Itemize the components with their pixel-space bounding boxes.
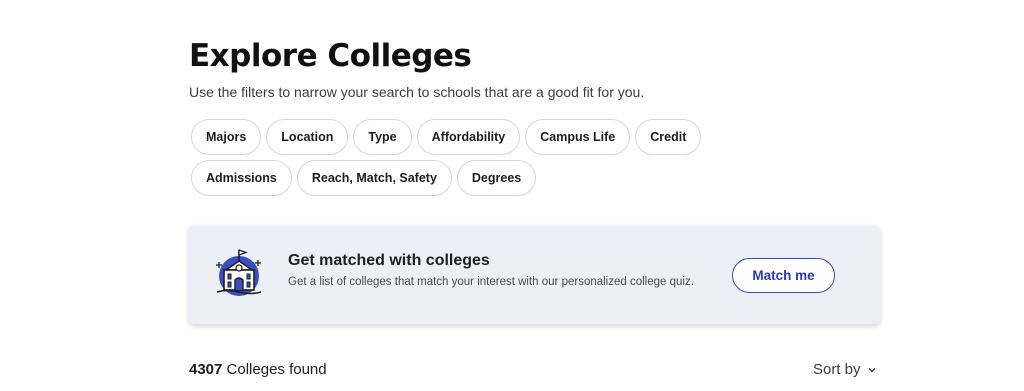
filter-chip-location[interactable]: Location (266, 119, 349, 155)
sort-dropdown[interactable]: Sort by (813, 361, 877, 378)
filter-chip-campus-life[interactable]: Campus Life (525, 119, 631, 155)
results-count: 4307 (189, 361, 223, 378)
filter-chip-reach-match-safety[interactable]: Reach, Match, Safety (296, 160, 452, 196)
filter-chip-majors[interactable]: Majors (191, 119, 262, 155)
filter-chip-type[interactable]: Type (353, 119, 412, 155)
match-me-button[interactable]: Match me (732, 258, 835, 293)
filter-chip-admissions[interactable]: Admissions (191, 160, 292, 196)
page-subtitle: Use the filters to narrow your search to… (189, 84, 645, 100)
filter-chip-credit[interactable]: Credit (635, 119, 702, 155)
college-building-icon (216, 249, 262, 296)
match-card-description: Get a list of colleges that match your i… (288, 276, 694, 288)
results-label: Colleges found (222, 361, 327, 378)
chevron-down-icon (868, 367, 875, 372)
filter-chip-affordability[interactable]: Affordability (416, 119, 521, 155)
match-card-title: Get matched with colleges (288, 252, 490, 269)
results-summary: 4307 Colleges found (189, 361, 327, 378)
filter-chip-degrees[interactable]: Degrees (456, 160, 537, 196)
filter-chips: Majors Location Type Affordability Campu… (191, 119, 801, 196)
sort-label: Sort by (813, 361, 861, 378)
page-title: Explore Colleges (189, 38, 472, 74)
college-match-card: Get matched with colleges Get a list of … (189, 226, 880, 324)
